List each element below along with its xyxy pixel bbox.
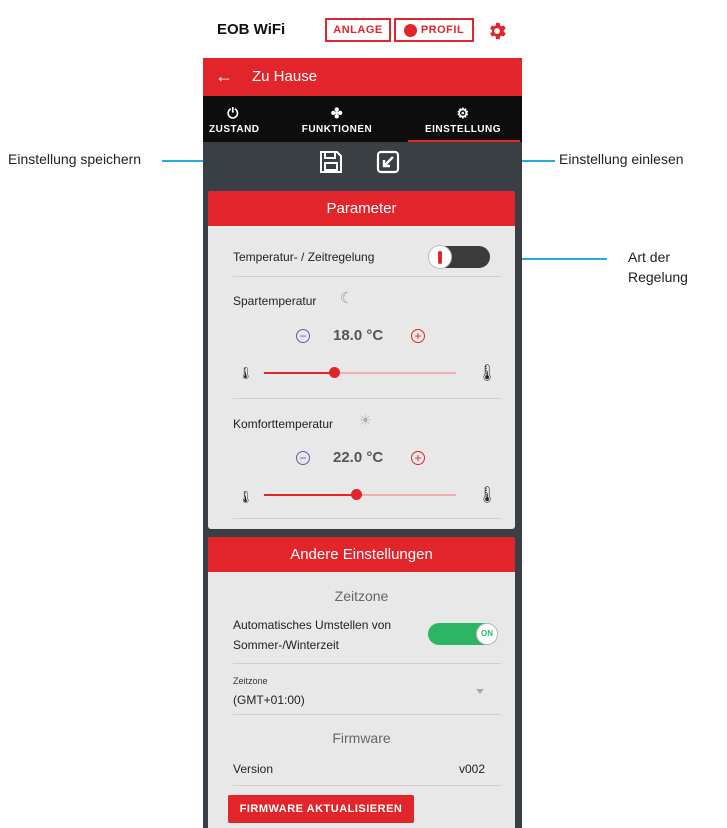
annotation-mode-line2: Regelung [628, 269, 688, 285]
zeitzone-title: Zeitzone [334, 588, 389, 604]
load-icon[interactable] [375, 149, 401, 175]
auto-dst-label-line2: Sommer-/Winterzeit [233, 638, 340, 652]
tab-einstellung[interactable]: ⚙ EINSTELLUNG [408, 96, 520, 142]
komfort-value: 22.0 °C [333, 449, 384, 466]
chevron-down-icon[interactable] [476, 689, 484, 694]
auto-dst-label-line1: Automatisches Umstellen von [233, 618, 392, 632]
settings-gear-icon[interactable] [486, 20, 508, 42]
parameter-card: Parameter Temperatur- / Zeitregelung Spa… [208, 191, 515, 529]
divider [233, 663, 501, 664]
other-settings-card: Andere Einstellungen Zeitzone Automatisc… [208, 537, 515, 828]
nav-bar: ← Zu Hause [203, 58, 522, 96]
other-settings-header: Andere Einstellungen [208, 537, 515, 572]
annotation-load: Einstellung einlesen [559, 151, 684, 167]
firmware-title: Firmware [332, 730, 391, 746]
power-icon: ⏻ [227, 105, 239, 121]
komfort-slider-fill [264, 494, 357, 496]
active-tab-underline [408, 140, 520, 142]
tab-bar: ⏻ ZUSTAND ✤ FUNKTIONEN ⚙ EINSTELLUNG [203, 96, 522, 142]
thermometer-icon [428, 245, 452, 269]
komfort-minus-button[interactable]: − [296, 451, 310, 465]
profil-label: PROFIL [420, 24, 465, 36]
auto-dst-toggle[interactable]: ON [428, 623, 498, 645]
profil-button[interactable]: PROFIL [394, 18, 474, 42]
tab-zustand[interactable]: ⏻ ZUSTAND [209, 96, 260, 142]
gear-icon: ⚙ [456, 105, 470, 121]
divider [233, 714, 501, 715]
komfort-slider-thumb[interactable] [351, 489, 362, 500]
zeitzone-select[interactable]: (GMT+01:00) [233, 693, 305, 707]
annotation-mode-line1: Art der [628, 249, 671, 265]
komfort-plus-button[interactable]: + [411, 451, 425, 465]
tab-einstellung-label: EINSTELLUNG [424, 124, 502, 135]
spar-value: 18.0 °C [333, 327, 384, 344]
zeitzone-field-label: Zeitzone [233, 676, 268, 686]
moon-icon: ☾ [340, 290, 354, 307]
phone-screen: EOB WiFi ANLAGE PROFIL ← Zu Hause ⏻ ZUST… [203, 0, 522, 828]
divider [233, 785, 501, 786]
anlage-button[interactable]: ANLAGE [325, 18, 391, 42]
spar-label: Spartemperatur [233, 294, 317, 308]
firmware-update-button[interactable]: FIRMWARE AKTUALISIEREN [228, 795, 414, 823]
sun-icon: ☀ [359, 412, 372, 428]
back-arrow-icon[interactable]: ← [215, 66, 233, 87]
divider [233, 398, 501, 399]
nav-title: Zu Hause [252, 68, 318, 85]
spar-slider-thumb[interactable] [329, 367, 340, 378]
version-label: Version [233, 762, 274, 776]
tab-zustand-label: ZUSTAND [209, 124, 260, 135]
tab-funktionen-label: FUNKTIONEN [301, 124, 373, 135]
spar-slider-fill [264, 372, 335, 374]
app-title: EOB WiFi [217, 21, 286, 38]
functions-icon: ✤ [330, 105, 344, 121]
divider [233, 276, 501, 277]
parameter-header: Parameter [208, 191, 515, 226]
mode-toggle[interactable] [428, 245, 490, 269]
thermometer-high-icon: 🌡 [477, 487, 498, 504]
profile-avatar-icon [403, 23, 417, 37]
komfort-label: Komforttemperatur [233, 417, 334, 431]
thermometer-low-icon: 🌡 [238, 490, 254, 504]
spar-plus-button[interactable]: + [411, 329, 425, 343]
tab-funktionen[interactable]: ✤ FUNKTIONEN [295, 96, 379, 142]
mode-label: Temperatur- / Zeitregelung [233, 250, 375, 264]
top-bar: EOB WiFi ANLAGE PROFIL [203, 0, 522, 58]
annotation-save: Einstellung speichern [8, 151, 142, 167]
thermometer-low-icon: 🌡 [238, 366, 254, 380]
version-value: v002 [459, 762, 486, 776]
toggle-on-knob: ON [476, 623, 498, 645]
spar-minus-button[interactable]: − [296, 329, 310, 343]
save-icon[interactable] [318, 149, 344, 175]
divider [233, 518, 501, 519]
thermometer-high-icon: 🌡 [477, 365, 498, 382]
